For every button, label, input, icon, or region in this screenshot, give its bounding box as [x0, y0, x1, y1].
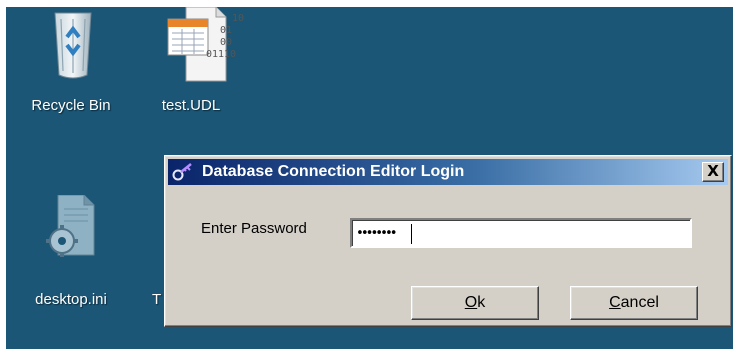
desktop-icon-recycle-bin[interactable]: Recycle Bin — [16, 7, 126, 127]
udl-file-glyph-text: 10 01 00 01110 — [206, 13, 244, 61]
password-label: Enter Password — [201, 220, 307, 237]
cancel-button-accel: C — [609, 294, 621, 311]
desktop-icon-label: desktop.ini — [35, 291, 107, 308]
ok-button-accel: O — [464, 294, 478, 311]
recycle-bin-icon — [54, 12, 92, 79]
password-input[interactable] — [350, 218, 692, 248]
cancel-button[interactable]: Cancel — [570, 286, 698, 320]
desktop-icon-label-partial: T — [152, 291, 162, 308]
cancel-button-label-rest: ancel — [620, 294, 659, 311]
desktop-icon-test-udl[interactable]: 10 01 00 01110 test.UDL — [136, 7, 246, 127]
settings-file-icon — [46, 195, 95, 257]
udl-glyph-line: 01110 — [205, 49, 237, 60]
desktop-icon-desktop-ini[interactable]: desktop.ini — [16, 191, 126, 311]
ok-button-label-rest: k — [477, 294, 486, 311]
close-button[interactable]: X — [702, 162, 724, 182]
udl-glyph-line: 10 — [231, 13, 244, 24]
dialog-titlebar[interactable]: Database Connection Editor Login X — [168, 159, 728, 185]
text-cursor — [411, 224, 412, 244]
ok-button[interactable]: Ok — [411, 286, 539, 320]
desktop-icon-label: test.UDL — [161, 97, 221, 114]
key-icon — [172, 163, 192, 181]
udl-glyph-line: 01 — [219, 25, 233, 36]
desktop-icon-label: Recycle Bin — [31, 97, 111, 114]
udl-glyph-line: 00 — [219, 37, 233, 48]
desktop: Recycle Bin 10 01 00 01110 test.UDL desk… — [6, 7, 733, 349]
login-dialog: Database Connection Editor Login X Enter… — [164, 155, 732, 327]
dialog-title: Database Connection Editor Login — [202, 163, 465, 180]
